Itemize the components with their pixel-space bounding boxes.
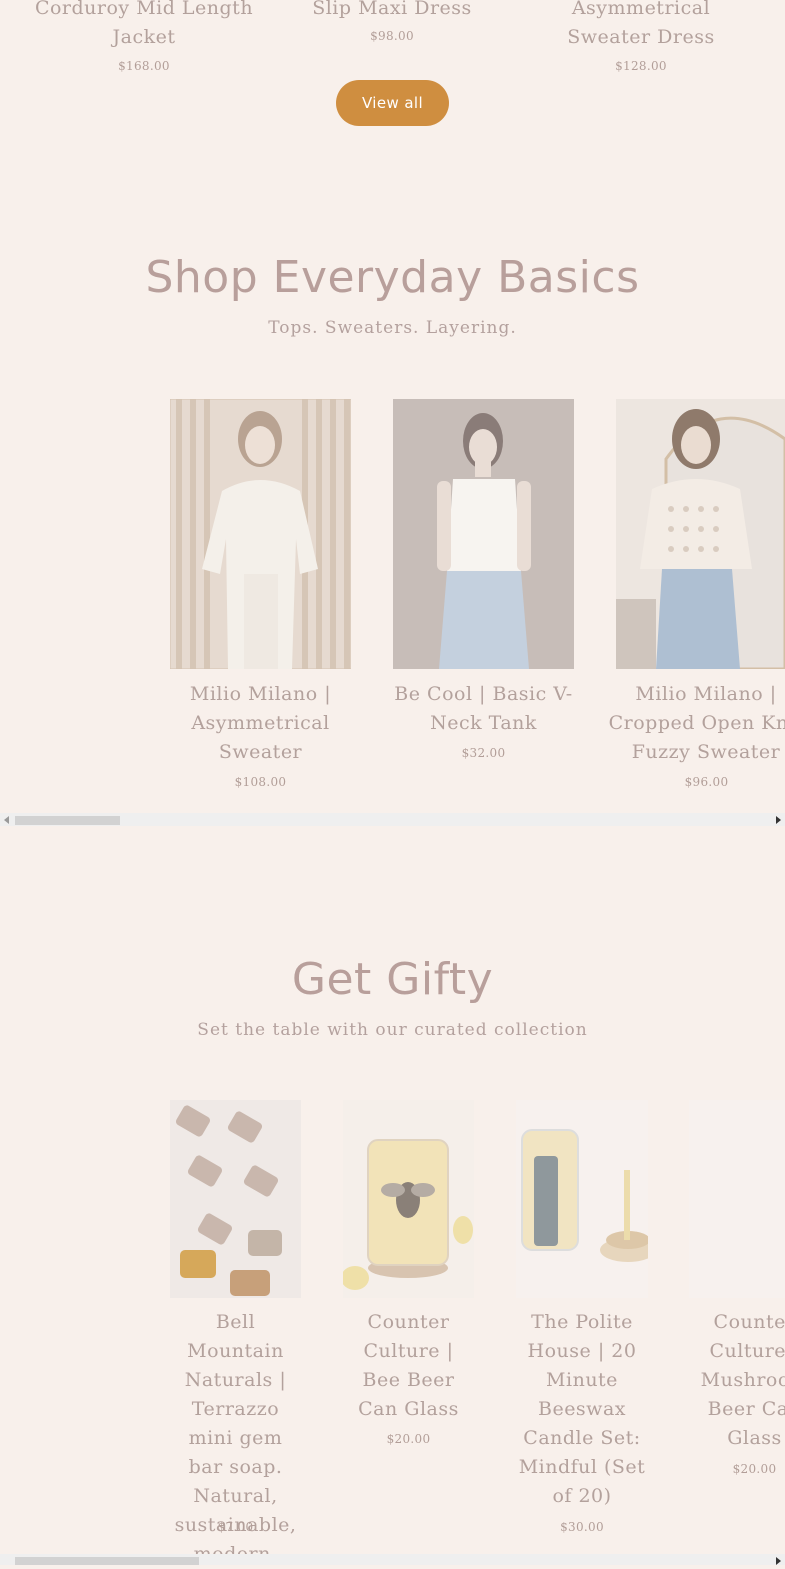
product-price: $168.00 [118, 59, 170, 73]
section-heading-basics: Shop Everyday Basics [145, 252, 640, 303]
product-title[interactable]: Slip Maxi Dress [292, 0, 492, 23]
product-image-terrazzo-soap[interactable] [170, 1100, 301, 1298]
product-image-cropped-open-knit-sweater[interactable] [616, 399, 785, 669]
horizontal-scrollbar[interactable] [0, 1554, 785, 1565]
section-subheading-gifty: Set the table with our curated collectio… [197, 1020, 588, 1040]
product-price: $30.00 [560, 1520, 604, 1534]
product-image-mushroom-beer-can-glass[interactable] [689, 1100, 785, 1298]
view-all-button[interactable]: View all [336, 80, 449, 126]
product-image-beeswax-candle-set[interactable] [516, 1100, 648, 1298]
product-title[interactable]: Milio Milano | Asymmetrical Sweater [170, 680, 351, 767]
horizontal-scrollbar[interactable] [0, 813, 785, 826]
product-price: $20.00 [732, 1462, 777, 1476]
product-title[interactable]: Milio Milano | Cropped Open Knit Fuzzy S… [606, 680, 785, 767]
scrollbar-thumb[interactable] [15, 816, 120, 825]
product-price: $98.00 [370, 29, 414, 43]
product-title[interactable]: Asymmetrical Sweater Dress [527, 0, 755, 52]
product-price: $108.00 [234, 775, 287, 789]
product-price: $20.00 [386, 1432, 431, 1446]
scroll-right-arrow-icon[interactable] [776, 1557, 781, 1565]
product-price: $96.00 [684, 775, 729, 789]
product-title[interactable]: Be Cool | Basic V-Neck Tank [393, 680, 574, 738]
product-image-asymmetrical-sweater[interactable] [170, 399, 351, 669]
product-price: $32.00 [461, 746, 506, 760]
product-title[interactable]: Corduroy Mid Length Jacket [30, 0, 258, 52]
product-title[interactable]: The Polite House | 20 Minute Beeswax Can… [516, 1308, 648, 1511]
scroll-right-arrow-icon[interactable] [776, 816, 781, 824]
product-price: $128.00 [615, 59, 667, 73]
section-heading-gifty: Get Gifty [291, 954, 494, 1005]
product-image-basic-v-neck-tank[interactable] [393, 399, 574, 669]
product-title[interactable]: Counter Culture | Bee Beer Can Glass [343, 1308, 474, 1424]
product-image-bee-beer-can-glass[interactable] [343, 1100, 474, 1298]
section-subheading-basics: Tops. Sweaters. Layering. [268, 318, 517, 338]
product-title[interactable]: Counter Culture | Mushroom Beer Can Glas… [689, 1308, 785, 1453]
product-price: $7.00 [217, 1520, 254, 1534]
scroll-left-arrow-icon[interactable] [4, 816, 9, 824]
scrollbar-thumb[interactable] [15, 1557, 199, 1565]
